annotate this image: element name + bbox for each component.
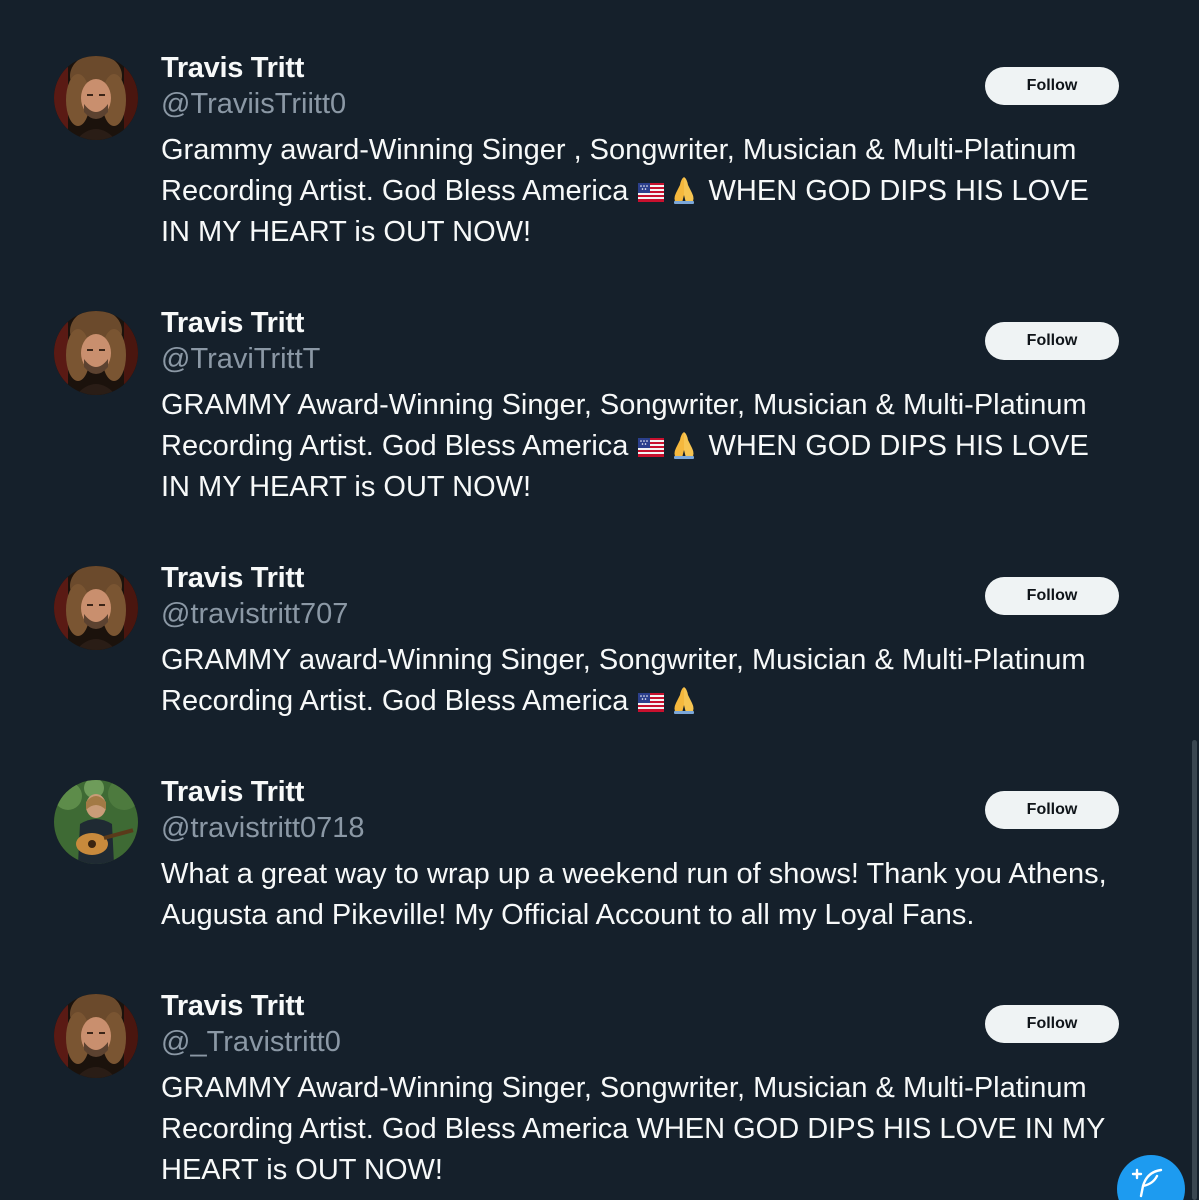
user-handle[interactable]: @TraviTrittT bbox=[161, 343, 320, 376]
praying-hands-icon bbox=[670, 685, 698, 715]
follow-button[interactable]: Follow bbox=[985, 791, 1119, 829]
who-to-follow-list: Travis Tritt @TraviisTriitt0 Follow Gram… bbox=[0, 0, 1199, 1200]
user-display-name[interactable]: Travis Tritt bbox=[161, 776, 304, 809]
user-handle[interactable]: @_Travistritt0 bbox=[161, 1026, 341, 1059]
avatar[interactable] bbox=[54, 566, 138, 650]
user-bio: GRAMMY Award-Winning Singer, Songwriter,… bbox=[161, 385, 1121, 508]
bio-text: GRAMMY award-Winning Singer, Songwriter,… bbox=[161, 644, 1086, 717]
user-handle[interactable]: @travistritt707 bbox=[161, 598, 348, 631]
user-display-name[interactable]: Travis Tritt bbox=[161, 562, 304, 595]
feather-plus-icon bbox=[1131, 1168, 1163, 1198]
us-flag-icon bbox=[638, 183, 664, 202]
scrollbar[interactable] bbox=[1192, 740, 1197, 1200]
user-bio: GRAMMY award-Winning Singer, Songwriter,… bbox=[161, 640, 1121, 722]
praying-hands-icon bbox=[670, 175, 698, 205]
avatar[interactable] bbox=[54, 56, 138, 140]
praying-hands-icon bbox=[670, 430, 698, 460]
compose-post-button[interactable] bbox=[1117, 1155, 1185, 1200]
us-flag-icon bbox=[638, 438, 664, 457]
user-display-name[interactable]: Travis Tritt bbox=[161, 307, 304, 340]
avatar[interactable] bbox=[54, 311, 138, 395]
follow-button[interactable]: Follow bbox=[985, 322, 1119, 360]
user-display-name[interactable]: Travis Tritt bbox=[161, 990, 304, 1023]
user-bio: GRAMMY Award-Winning Singer, Songwriter,… bbox=[161, 1068, 1121, 1191]
user-bio: Grammy award-Winning Singer , Songwriter… bbox=[161, 130, 1121, 253]
avatar[interactable] bbox=[54, 780, 138, 864]
follow-button[interactable]: Follow bbox=[985, 67, 1119, 105]
avatar[interactable] bbox=[54, 994, 138, 1078]
us-flag-icon bbox=[638, 693, 664, 712]
follow-button[interactable]: Follow bbox=[985, 577, 1119, 615]
user-bio: What a great way to wrap up a weekend ru… bbox=[161, 854, 1121, 936]
follow-button[interactable]: Follow bbox=[985, 1005, 1119, 1043]
bio-text: GRAMMY Award-Winning Singer, Songwriter,… bbox=[161, 1072, 1105, 1186]
bio-text: What a great way to wrap up a weekend ru… bbox=[161, 858, 1107, 931]
user-handle[interactable]: @travistritt0718 bbox=[161, 812, 365, 845]
user-handle[interactable]: @TraviisTriitt0 bbox=[161, 88, 346, 121]
user-display-name[interactable]: Travis Tritt bbox=[161, 52, 304, 85]
